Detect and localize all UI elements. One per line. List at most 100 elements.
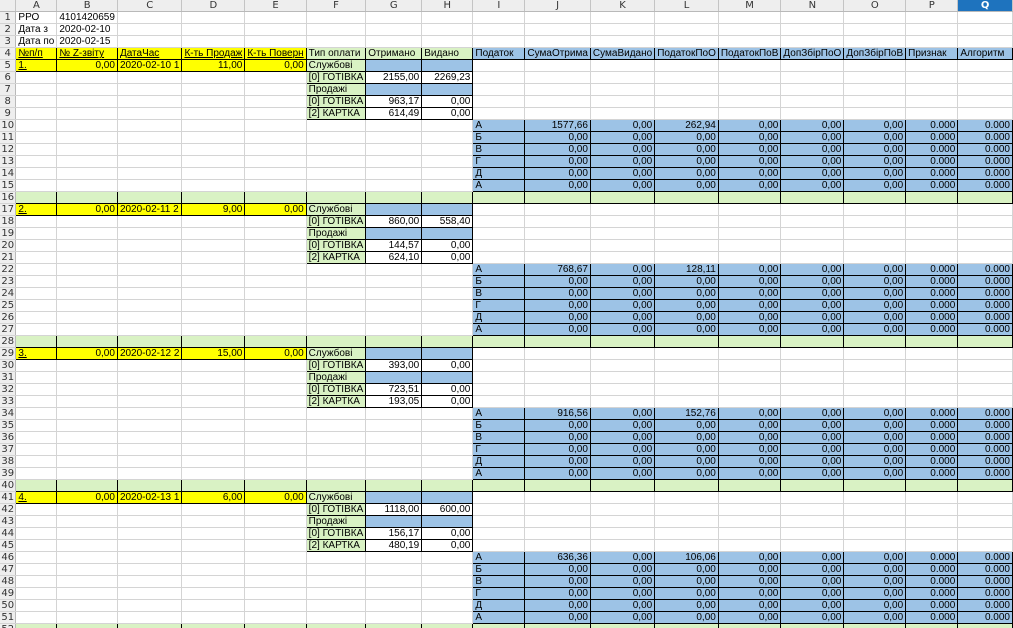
cell-c51[interactable] (117, 611, 183, 625)
cell-f30[interactable]: [0] ГОТІВКА (305, 359, 367, 373)
cell-k25[interactable]: 0,00 (589, 299, 656, 313)
cell-e37[interactable] (244, 443, 307, 457)
cell-b13[interactable] (56, 155, 118, 169)
cell-p43[interactable] (905, 515, 959, 529)
cell-e45[interactable] (244, 539, 307, 553)
cell-h11[interactable] (421, 131, 474, 145)
cell-k29[interactable] (590, 347, 656, 361)
cell-j28[interactable] (524, 335, 591, 349)
cell-j10[interactable]: 1577,66 (524, 119, 591, 133)
cell-a26[interactable] (15, 311, 58, 325)
cell-q36[interactable]: 0.000 (957, 431, 1013, 445)
cell-j18[interactable] (524, 215, 591, 229)
cell-h7[interactable] (421, 83, 474, 97)
cell-j39[interactable]: 0,00 (524, 467, 591, 481)
cell-h6[interactable]: 2269,23 (421, 71, 474, 85)
cell-a24[interactable] (15, 287, 58, 301)
cell-e8[interactable] (244, 95, 307, 109)
cell-f35[interactable] (306, 419, 367, 433)
cell-f12[interactable] (306, 143, 367, 157)
cell-f38[interactable] (306, 455, 367, 469)
cell-o51[interactable]: 0,00 (843, 611, 907, 625)
cell-l51[interactable]: 0,00 (654, 611, 719, 625)
cell-o42[interactable] (843, 503, 907, 517)
row-header[interactable]: 22 (0, 263, 17, 277)
cell-m15[interactable]: 0,00 (717, 179, 782, 193)
cell-k7[interactable] (590, 83, 656, 97)
spreadsheet[interactable]: ABCDEFGHIJKLMNOPQ 1 РРО 4101420659 2 Дата з2… (0, 0, 1013, 628)
cell-k1[interactable] (590, 11, 656, 25)
cell-j42[interactable] (524, 503, 591, 517)
cell-b31[interactable] (56, 371, 118, 385)
cell-p20[interactable] (905, 239, 959, 253)
cell-l50[interactable]: 0,00 (654, 599, 719, 613)
cell-e2[interactable] (244, 23, 307, 37)
cell-l1[interactable] (654, 11, 719, 25)
cell-c25[interactable] (117, 299, 183, 313)
cell-k15[interactable]: 0,00 (589, 179, 656, 193)
cell-l52[interactable] (654, 623, 719, 628)
cell-m12[interactable]: 0,00 (717, 143, 782, 157)
cell-d11[interactable] (181, 131, 246, 145)
cell-e17[interactable]: 0,00 (244, 203, 307, 217)
cell-q26[interactable]: 0.000 (957, 311, 1013, 325)
cell-a9[interactable] (15, 107, 58, 121)
cell-p7[interactable] (905, 83, 959, 97)
cell-f17[interactable]: Службові (305, 203, 367, 217)
cell-f32[interactable]: [0] ГОТІВКА (305, 383, 367, 397)
cell-d16[interactable] (181, 191, 246, 205)
cell-e33[interactable] (244, 395, 307, 409)
cell-o37[interactable]: 0,00 (843, 443, 907, 457)
cell-p31[interactable] (905, 371, 959, 385)
cell-c18[interactable] (117, 215, 183, 229)
column-header-b[interactable]: B (56, 0, 118, 13)
cell-a14[interactable] (15, 167, 58, 181)
cell-a16[interactable] (15, 191, 58, 205)
cell-p42[interactable] (905, 503, 959, 517)
cell-m24[interactable]: 0,00 (717, 287, 782, 301)
cell-q45[interactable] (957, 539, 1013, 553)
cell-j1[interactable] (524, 11, 591, 25)
cell-p15[interactable]: 0.000 (905, 179, 959, 193)
cell-a31[interactable] (15, 371, 58, 385)
cell-m29[interactable] (718, 347, 782, 361)
cell-q20[interactable] (957, 239, 1013, 253)
column-header-g[interactable]: G (365, 0, 423, 13)
cell-p46[interactable]: 0.000 (905, 551, 959, 565)
cell-i50[interactable]: Д (472, 599, 526, 613)
cell-c1[interactable] (117, 11, 183, 25)
cell-h16[interactable] (421, 191, 474, 205)
cell-a32[interactable] (15, 383, 58, 397)
cell-a30[interactable] (15, 359, 58, 373)
cell-k49[interactable]: 0,00 (589, 587, 656, 601)
cell-k17[interactable] (590, 203, 656, 217)
cell-o19[interactable] (843, 227, 907, 241)
cell-g39[interactable] (365, 467, 423, 481)
cell-c36[interactable] (117, 431, 183, 445)
cell-h25[interactable] (421, 299, 474, 313)
cell-q10[interactable]: 0.000 (957, 119, 1013, 133)
cell-f26[interactable] (306, 311, 367, 325)
column-header-c[interactable]: C (117, 0, 183, 13)
cell-p1[interactable] (905, 11, 959, 25)
cell-e41[interactable]: 0,00 (244, 491, 307, 505)
cell-k38[interactable]: 0,00 (589, 455, 656, 469)
cell-a27[interactable] (15, 323, 58, 337)
cell-n19[interactable] (780, 227, 845, 241)
cell-g23[interactable] (365, 275, 423, 289)
cell-p52[interactable] (905, 623, 959, 628)
cell-a51[interactable] (15, 611, 58, 625)
cell-i39[interactable]: А (472, 467, 526, 481)
cell-g21[interactable]: 624,10 (365, 251, 423, 265)
cell-b49[interactable] (56, 587, 118, 601)
cell-p18[interactable] (905, 215, 959, 229)
cell-b21[interactable] (56, 251, 118, 265)
cell-c9[interactable] (117, 107, 183, 121)
cell-n5[interactable] (780, 59, 845, 73)
column-header-m[interactable]: M (718, 0, 782, 13)
cell-i11[interactable]: Б (472, 131, 526, 145)
cell-b43[interactable] (56, 515, 118, 529)
row-header[interactable]: 47 (0, 563, 17, 577)
cell-h9[interactable]: 0,00 (421, 107, 474, 121)
cell-j36[interactable]: 0,00 (524, 431, 591, 445)
